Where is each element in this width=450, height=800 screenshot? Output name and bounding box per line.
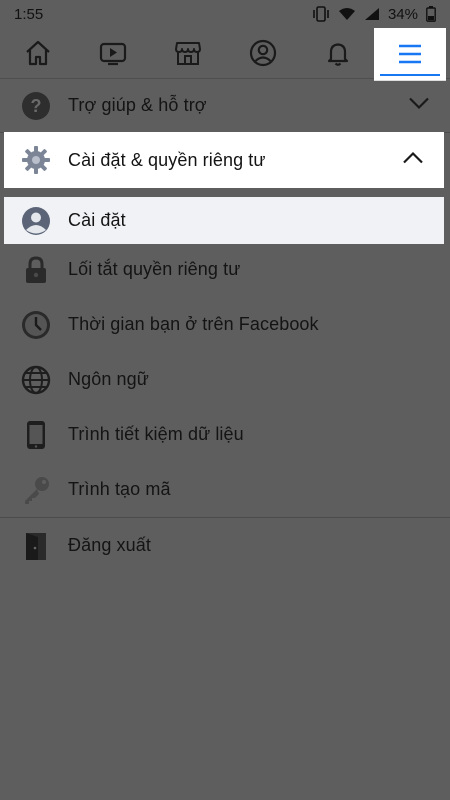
account-icon — [20, 205, 52, 237]
status-time: 1:55 — [14, 5, 44, 23]
language-item[interactable]: Ngôn ngữ — [0, 352, 450, 407]
clock-icon — [20, 309, 52, 341]
logout-door-icon — [20, 530, 52, 562]
video-icon — [99, 42, 126, 66]
gear-icon — [20, 144, 52, 176]
tab-marketplace[interactable] — [158, 31, 218, 75]
tab-profile[interactable] — [233, 31, 293, 75]
settings-privacy-row[interactable]: Cài đặt & quyền riêng tư — [4, 132, 444, 188]
privacy-shortcuts-item[interactable]: Lối tắt quyền riêng tư — [0, 242, 450, 297]
lock-icon — [20, 254, 52, 286]
help-icon: ? — [20, 90, 52, 122]
time-on-facebook-item[interactable]: Thời gian bạn ở trên Facebook — [0, 297, 450, 352]
logout-item[interactable]: Đăng xuất — [0, 518, 450, 573]
key-icon — [20, 474, 52, 506]
data-saver-label: Trình tiết kiệm dữ liệu — [68, 424, 244, 444]
data-saver-item[interactable]: Trình tiết kiệm dữ liệu — [0, 407, 450, 462]
tab-notifications[interactable] — [308, 31, 368, 75]
language-label: Ngôn ngữ — [68, 369, 149, 389]
tab-menu[interactable] — [374, 28, 446, 80]
chevron-up-icon — [402, 151, 424, 170]
code-generator-label: Trình tạo mã — [68, 479, 171, 499]
globe-icon — [20, 364, 52, 396]
active-tab-indicator — [380, 74, 440, 76]
logout-label: Đăng xuất — [68, 535, 151, 555]
hamburger-menu-icon — [399, 44, 421, 64]
code-generator-item[interactable]: Trình tạo mã — [0, 462, 450, 517]
settings-privacy-label: Cài đặt & quyền riêng tư — [68, 149, 266, 170]
profile-icon — [249, 39, 276, 67]
status-icons: 34% — [312, 6, 436, 23]
help-support-row[interactable]: ? Trợ giúp & hỗ trợ — [0, 78, 450, 133]
wifi-icon — [338, 7, 356, 21]
settings-item-label: Cài đặt — [68, 210, 126, 230]
privacy-shortcuts-label: Lối tắt quyền riêng tư — [68, 259, 241, 279]
battery-text: 34% — [387, 5, 418, 23]
time-on-facebook-label: Thời gian bạn ở trên Facebook — [68, 314, 319, 334]
battery-icon — [426, 6, 436, 22]
vibrate-icon — [312, 6, 330, 22]
tab-watch[interactable] — [83, 31, 143, 75]
settings-item[interactable]: Cài đặt — [4, 197, 444, 244]
svg-text:?: ? — [31, 96, 42, 116]
chevron-down-icon — [408, 96, 430, 115]
top-nav — [0, 28, 450, 80]
bell-icon — [327, 43, 348, 66]
help-support-label: Trợ giúp & hỗ trợ — [68, 95, 207, 115]
home-icon — [25, 40, 50, 66]
store-icon — [174, 42, 201, 65]
phone-icon — [20, 419, 52, 451]
status-bar: 1:55 34% — [0, 0, 450, 28]
tab-home[interactable] — [8, 31, 68, 75]
signal-icon — [364, 7, 380, 21]
